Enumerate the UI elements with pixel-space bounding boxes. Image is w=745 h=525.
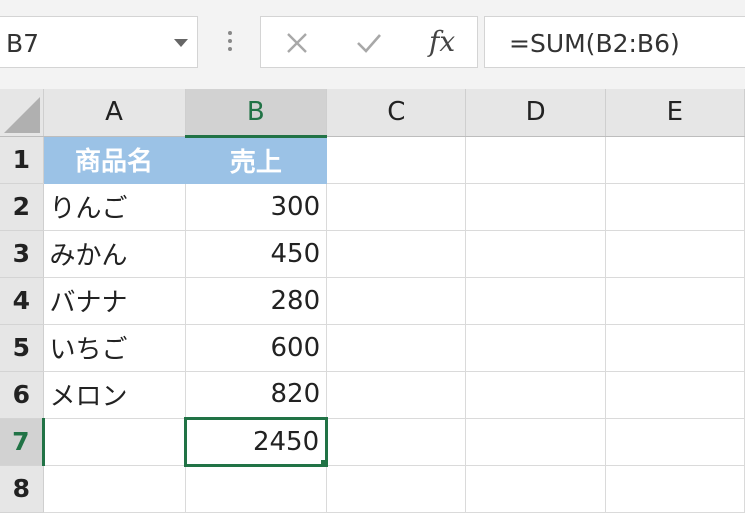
cell-c3[interactable]: [326, 230, 467, 278]
row-header-7[interactable]: 7: [0, 418, 45, 466]
cell-d6[interactable]: [465, 371, 606, 419]
column-header-e[interactable]: E: [605, 89, 745, 137]
cell-b5[interactable]: 600: [185, 324, 328, 372]
cell-c5[interactable]: [326, 324, 467, 372]
cell-a3[interactable]: みかん: [43, 230, 186, 278]
cell-d1[interactable]: [465, 136, 606, 184]
cell-d8[interactable]: [465, 465, 606, 513]
formula-input[interactable]: =SUM(B2:B6): [484, 16, 745, 68]
table-row: 7 2450: [0, 416, 745, 467]
column-header-row: A B C D E: [0, 89, 745, 138]
cell-e2[interactable]: [605, 183, 745, 231]
cell-b4[interactable]: 280: [185, 277, 328, 325]
cell-e8[interactable]: [605, 465, 745, 513]
cell-a2[interactable]: りんご: [43, 183, 186, 231]
formula-text: =SUM(B2:B6): [509, 29, 680, 58]
cell-d2[interactable]: [465, 183, 606, 231]
name-box-value: B7: [6, 29, 40, 58]
table-row: 5 いちご 600: [0, 324, 745, 372]
cell-e4[interactable]: [605, 277, 745, 325]
cell-b2[interactable]: 300: [185, 183, 328, 231]
chevron-down-icon[interactable]: [174, 39, 188, 47]
cell-c4[interactable]: [326, 277, 467, 325]
cell-b7-value: 2450: [252, 426, 320, 457]
fx-icon[interactable]: fx: [429, 25, 455, 58]
cell-a6[interactable]: メロン: [43, 371, 186, 419]
formula-bar: B7 fx =SUM(B2:B6): [0, 0, 745, 89]
row-header-5[interactable]: 5: [0, 324, 44, 372]
cell-a4[interactable]: バナナ: [43, 277, 186, 325]
column-header-d[interactable]: D: [465, 89, 606, 137]
function-buttons: fx: [260, 16, 478, 68]
column-header-b[interactable]: B: [185, 89, 328, 138]
cell-d7[interactable]: [465, 418, 606, 466]
cell-c7[interactable]: [326, 418, 467, 466]
select-all-corner[interactable]: [0, 89, 44, 137]
cell-b1[interactable]: 売上: [185, 136, 328, 184]
cell-d4[interactable]: [465, 277, 606, 325]
table-row: 4 バナナ 280: [0, 277, 745, 325]
cell-e7[interactable]: [605, 418, 745, 466]
cell-e3[interactable]: [605, 230, 745, 278]
cell-b7[interactable]: 2450: [183, 416, 329, 467]
row-header-1[interactable]: 1: [0, 136, 44, 184]
cell-a7[interactable]: [43, 418, 186, 466]
spreadsheet-grid: A B C D E 1 商品名 売上 2 りんご 300 3 みかん 450 4…: [0, 89, 745, 513]
row-header-6[interactable]: 6: [0, 371, 44, 419]
fill-handle[interactable]: [320, 458, 324, 462]
cell-c8[interactable]: [326, 465, 467, 513]
column-header-a[interactable]: A: [43, 89, 186, 137]
table-row: 3 みかん 450: [0, 230, 745, 278]
row-header-4[interactable]: 4: [0, 277, 44, 325]
table-row: 1 商品名 売上: [0, 136, 745, 184]
column-header-c[interactable]: C: [326, 89, 467, 137]
cell-c1[interactable]: [326, 136, 467, 184]
grip-dots-icon[interactable]: [226, 31, 234, 55]
row-header-3[interactable]: 3: [0, 230, 44, 278]
cell-a5[interactable]: いちご: [43, 324, 186, 372]
cell-b6[interactable]: 820: [185, 371, 328, 419]
table-row: 2 りんご 300: [0, 183, 745, 231]
cell-e6[interactable]: [605, 371, 745, 419]
cell-c6[interactable]: [326, 371, 467, 419]
row-header-2[interactable]: 2: [0, 183, 44, 231]
cell-d3[interactable]: [465, 230, 606, 278]
checkmark-icon[interactable]: [355, 31, 383, 55]
cancel-x-icon[interactable]: [285, 31, 309, 55]
cell-a1[interactable]: 商品名: [43, 136, 186, 184]
cell-a8[interactable]: [43, 465, 186, 513]
cell-d5[interactable]: [465, 324, 606, 372]
table-row: 6 メロン 820: [0, 371, 745, 419]
table-row: 8: [0, 465, 745, 513]
cell-e1[interactable]: [605, 136, 745, 184]
name-box[interactable]: B7: [0, 16, 198, 68]
cell-e5[interactable]: [605, 324, 745, 372]
cell-b8[interactable]: [185, 465, 328, 513]
cell-c2[interactable]: [326, 183, 467, 231]
row-header-8[interactable]: 8: [0, 465, 44, 513]
cell-b3[interactable]: 450: [185, 230, 328, 278]
